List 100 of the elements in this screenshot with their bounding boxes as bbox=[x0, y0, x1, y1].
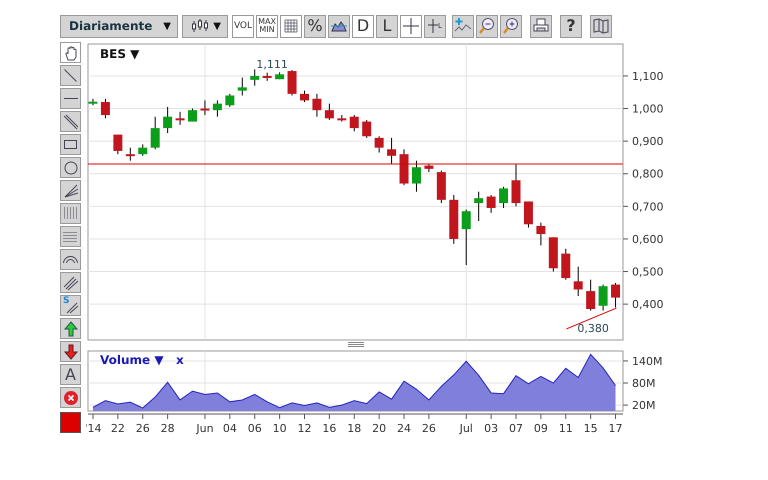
max-price-label: 1,111 bbox=[256, 58, 288, 71]
price-axis-label: 1,100 bbox=[632, 70, 664, 83]
date-axis-label: Jul bbox=[460, 422, 473, 435]
symbol-label[interactable]: BES ▼ bbox=[100, 47, 140, 61]
delete-button[interactable] bbox=[60, 387, 81, 408]
volume-indicator-label[interactable]: Volume ▼ bbox=[100, 353, 164, 367]
candlestick bbox=[176, 111, 185, 126]
candlestick bbox=[387, 137, 396, 164]
date-axis-label: 24 bbox=[397, 422, 412, 435]
up-arrow-tool-button[interactable] bbox=[60, 318, 81, 339]
volume-toggle-button[interactable]: VOL bbox=[232, 14, 254, 38]
candlestick bbox=[150, 116, 160, 150]
candlestick bbox=[462, 209, 471, 266]
date-axis-label: 16 bbox=[322, 422, 336, 435]
period-dropdown[interactable]: Diariamente ▼ bbox=[60, 14, 178, 38]
candlestick bbox=[474, 191, 484, 222]
candlestick bbox=[262, 72, 272, 82]
candlestick bbox=[312, 93, 322, 118]
parallel-lines-tool-button[interactable] bbox=[60, 111, 81, 132]
pan-tool-button[interactable] bbox=[60, 42, 81, 63]
date-axis-label: 17 bbox=[608, 422, 623, 435]
down-arrow-tool-button[interactable] bbox=[60, 341, 81, 362]
date-axis-label: 10 bbox=[272, 422, 287, 435]
candlestick bbox=[225, 93, 234, 108]
hand-icon bbox=[62, 44, 78, 60]
date-axis-label: 12 bbox=[298, 422, 312, 435]
book-button[interactable] bbox=[590, 14, 612, 38]
candlestick bbox=[188, 108, 197, 122]
circle-tool-button[interactable] bbox=[60, 157, 81, 178]
candlestick bbox=[163, 106, 172, 134]
price-axis-label: 1,000 bbox=[632, 102, 664, 116]
chart-type-dropdown[interactable]: ▼ bbox=[182, 14, 228, 38]
volume-axis-label: 20M bbox=[632, 399, 656, 412]
price-axis-label: 0,700 bbox=[632, 200, 664, 214]
horizontal-grid-tool-button[interactable] bbox=[60, 226, 81, 247]
candlestick bbox=[88, 98, 98, 106]
date-axis-label: 26 bbox=[422, 422, 436, 435]
price-axis-label: 0,500 bbox=[632, 266, 664, 279]
horizontal-dotted-lines-icon bbox=[63, 232, 78, 242]
candlestick bbox=[138, 144, 148, 156]
grid-toggle-button[interactable] bbox=[280, 14, 302, 38]
down-arrow-icon bbox=[62, 344, 78, 360]
print-button[interactable] bbox=[530, 14, 552, 38]
volume-axis-label: 80M bbox=[632, 377, 656, 390]
arcs-tool-button[interactable] bbox=[60, 249, 81, 270]
date-axis-label: 07 bbox=[509, 422, 523, 435]
candlestick bbox=[100, 98, 110, 119]
horizontal-line-tool-button[interactable] bbox=[60, 88, 81, 109]
candlestick bbox=[238, 77, 247, 96]
vertical-grid-tool-button[interactable] bbox=[60, 203, 81, 224]
fan-lines-icon bbox=[62, 182, 78, 198]
zoom-in-button[interactable] bbox=[500, 14, 522, 38]
candlestick bbox=[598, 284, 608, 312]
add-indicator-button[interactable] bbox=[452, 14, 474, 38]
candlestick bbox=[374, 136, 384, 154]
close-indicator-button[interactable]: x bbox=[176, 353, 184, 367]
text-tool-button[interactable]: A bbox=[60, 364, 81, 385]
candlestick bbox=[561, 248, 570, 280]
horizontal-line-icon bbox=[64, 98, 78, 99]
date-axis-label: 03 bbox=[484, 422, 498, 435]
d-button[interactable]: D bbox=[352, 14, 374, 38]
date-axis-label: 04 bbox=[222, 422, 237, 435]
candlestick bbox=[212, 100, 222, 118]
area-chart-button[interactable] bbox=[328, 14, 350, 38]
candlestick bbox=[611, 282, 620, 308]
fan-tool-button[interactable] bbox=[60, 180, 81, 201]
candlestick bbox=[449, 194, 458, 244]
l-button[interactable]: L bbox=[376, 14, 398, 38]
rectangle-tool-button[interactable] bbox=[60, 134, 81, 155]
percent-button[interactable]: % bbox=[304, 14, 326, 38]
volume-axis-label: 140M bbox=[632, 354, 662, 368]
candlestick bbox=[486, 194, 496, 214]
date-axis-label: Jun bbox=[196, 422, 214, 435]
candlestick bbox=[400, 148, 409, 186]
help-button[interactable]: ? bbox=[560, 14, 582, 38]
color-swatch[interactable] bbox=[60, 412, 81, 433]
resize-grip-icon bbox=[348, 342, 364, 347]
candlestick bbox=[300, 90, 309, 103]
grid-icon bbox=[282, 17, 300, 35]
candlestick bbox=[324, 103, 334, 120]
crosshair-icon bbox=[428, 19, 438, 33]
date-axis-label: 11 bbox=[558, 422, 573, 435]
line-tool-button[interactable] bbox=[60, 65, 81, 86]
date-axis-label: 22 bbox=[110, 422, 125, 435]
channel-lines-icon bbox=[62, 274, 78, 290]
date-axis-label: 20 bbox=[372, 422, 386, 435]
candlestick bbox=[512, 164, 520, 207]
price-axis-label: 0,800 bbox=[632, 168, 664, 181]
candlestick bbox=[275, 72, 284, 80]
date-axis-label: 26 bbox=[136, 422, 150, 435]
rectangle-icon bbox=[64, 140, 77, 149]
candlestick bbox=[126, 147, 135, 162]
price-axis-label: 0,900 bbox=[632, 135, 664, 148]
crosshair-button[interactable] bbox=[400, 14, 422, 38]
max-min-toggle-button[interactable]: MAX MIN bbox=[256, 14, 278, 38]
candlestick bbox=[499, 186, 508, 208]
vertical-dotted-lines-icon bbox=[64, 207, 77, 220]
channel-tool-button[interactable] bbox=[60, 272, 81, 293]
zoom-out-button[interactable] bbox=[476, 14, 498, 38]
candlestick bbox=[288, 70, 297, 96]
